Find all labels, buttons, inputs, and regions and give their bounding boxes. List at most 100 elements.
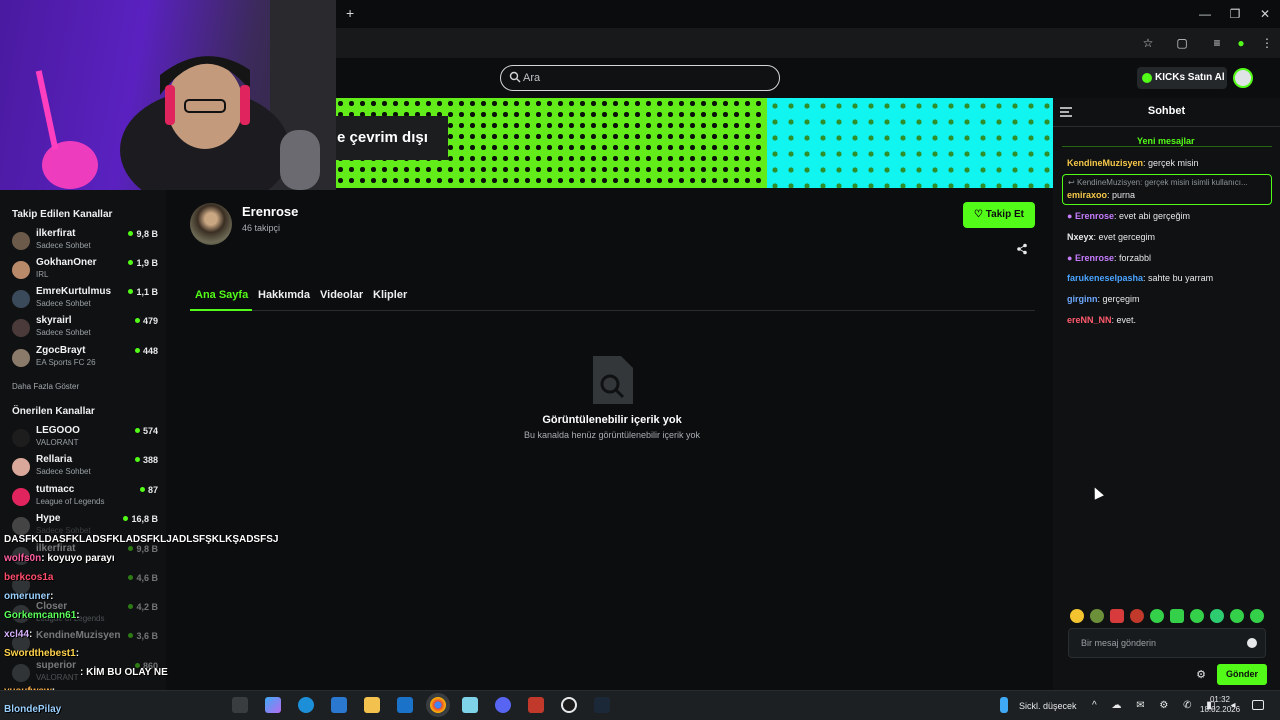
tab-about[interactable]: Hakkımda [258,289,310,301]
emote-icon[interactable] [1170,609,1184,623]
obs-icon[interactable] [561,697,577,713]
channel-avatar [12,429,30,447]
extensions-icon[interactable]: ▢ [1172,34,1192,52]
empty-content-icon [593,356,633,404]
emote-icon[interactable] [1150,609,1164,623]
files-icon[interactable] [364,697,380,713]
overlay-message: wolfs0n: koyuyo parayı [4,553,115,564]
emote-icon[interactable] [1210,609,1224,623]
search-input[interactable]: Ara [500,65,780,91]
overlay-text: : koyuyo parayı [41,553,115,564]
channel-name: Erenrose [242,204,299,219]
tab-home[interactable]: Ana Sayfa [195,289,248,301]
chat-username[interactable]: emiraxoo [1067,190,1107,200]
tab-active-indicator [190,309,252,311]
user-avatar[interactable] [1233,68,1253,88]
sidebar-channel-tutmacc[interactable]: tutmacc League of Legends 87 [12,484,162,512]
follow-label: Takip Et [985,209,1024,220]
emote-icon[interactable] [1090,609,1104,623]
overlay-user: xcl44 [4,629,30,640]
app-icon[interactable] [528,697,544,713]
channel-avatar [12,232,30,250]
store-icon[interactable] [331,697,347,713]
weather-icon [1000,697,1008,713]
emoji-picker-icon[interactable] [1247,638,1257,648]
sidebar-channel-emrekurtulmus[interactable]: EmreKurtulmus Sadece Sohbet 1,1 B [12,286,162,314]
share-icon[interactable] [1016,243,1028,255]
overlay-message: Gorkemcann61: [4,610,80,621]
empty-title: Görüntülenebilir içerik yok [542,414,682,426]
overlay-text: : [50,591,54,602]
media-icon[interactable]: ≡ [1207,34,1227,52]
star-icon[interactable]: ☆ [1138,34,1158,52]
restore-icon[interactable]: ❐ [1220,4,1250,24]
steam-icon[interactable] [594,697,610,713]
kicks-icon [1142,73,1152,83]
channel-avatar-large[interactable] [190,203,232,245]
channel-avatar [12,261,30,279]
overlay-text: : [75,648,80,659]
channel-name: ilkerfirat [36,228,76,239]
emote-icon[interactable] [1190,609,1204,623]
channel-name: GokhanOner [36,257,97,268]
chat-username[interactable]: ereNN_NN [1067,315,1112,325]
minimize-icon[interactable]: — [1190,4,1220,24]
close-icon[interactable]: ✕ [1250,4,1280,24]
chat-message-input[interactable]: Bir mesaj gönderin [1068,628,1266,658]
sidebar-channel-gokhanoner[interactable]: GokhanOner IRL 1,9 B [12,257,162,285]
search-icon [509,71,521,83]
taskview-icon[interactable] [232,697,248,713]
overlay-message: Swordthebest1: [4,648,79,659]
follower-count: 46 takipçi [242,223,281,233]
emote-icon[interactable] [1070,609,1084,623]
overlay-message: BlondePilay [4,704,61,715]
sidebar-channel-rellaria[interactable]: Rellaria Sadece Sohbet 388 [12,454,162,482]
chat-text: : evet abi gerçeğim [1113,211,1191,221]
sidebar-channel-zgocbrayt[interactable]: ZgocBrayt EA Sports FC 26 448 [12,345,162,373]
chat-username[interactable]: girginn [1067,294,1098,304]
weather-text[interactable]: Sickl. düşecek [1019,701,1077,711]
new-tab-button[interactable]: + [346,5,354,21]
channel-name: tutmacc [36,484,75,495]
chat-username[interactable]: Erenrose [1075,253,1114,263]
outlook-icon[interactable] [397,697,413,713]
chat-username[interactable]: Nxeyx [1067,232,1094,242]
discord-icon[interactable] [495,697,511,713]
channel-avatar [12,290,30,308]
taskbar-clock[interactable]: 01:32 18.02.2026 [1200,695,1240,715]
edge-icon[interactable] [298,697,314,713]
chat-username[interactable]: farukeneselpasha [1067,273,1143,283]
tab-videos[interactable]: Videolar [320,289,363,301]
chat-username[interactable]: Erenrose [1075,211,1114,221]
sidebar-channel-ilkerfirat[interactable]: ilkerfirat Sadece Sohbet 9,8 B [12,228,162,256]
search-placeholder: Ara [523,72,541,84]
chat-username[interactable]: KendineMuzisyen [1067,158,1143,168]
chat-settings-gear-icon[interactable]: ⚙ [1195,669,1207,681]
send-button[interactable]: Gönder [1217,664,1267,685]
reply-icon: ↩ [1068,178,1077,187]
profile-icon[interactable]: ● [1231,34,1251,52]
tab-clips[interactable]: Klipler [373,289,407,301]
chat-message: girginn: gerçegim [1067,294,1140,304]
copilot-icon[interactable] [265,697,281,713]
chrome-icon[interactable] [430,697,446,713]
emote-icon[interactable] [1130,609,1144,623]
emote-icon[interactable] [1230,609,1244,623]
kicks-buy-button[interactable]: KICKs Satın Al [1137,67,1227,89]
follow-button[interactable]: ♡ Takip Et [963,202,1035,228]
emote-icon[interactable] [1250,609,1264,623]
menu-icon[interactable]: ⋮ [1257,34,1277,52]
sidebar-channel-legooo[interactable]: LEGOOO VALORANT 574 [12,425,162,453]
emote-icon[interactable] [1110,609,1124,623]
overlay-text: DASFKLDASFKLADSFKLADSFKLJADLSFŞKLKŞADSFS… [4,534,279,545]
recommended-channels-title: Önerilen Kanallar [12,406,95,417]
show-more-link[interactable]: Daha Fazla Göster [12,382,79,391]
sidebar-channel-skyrairl[interactable]: skyrairl Sadece Sohbet 479 [12,315,162,343]
overlay-user: Gorkemcann61 [4,610,77,621]
tab-divider [190,310,1035,311]
notifications-icon[interactable] [1252,700,1264,710]
channel-category: IRL [36,270,49,279]
new-messages-divider [1062,146,1272,147]
notes-icon[interactable] [462,697,478,713]
overlay-message: DASFKLDASFKLADSFKLADSFKLJADLSFŞKLKŞADSFS… [4,534,278,545]
